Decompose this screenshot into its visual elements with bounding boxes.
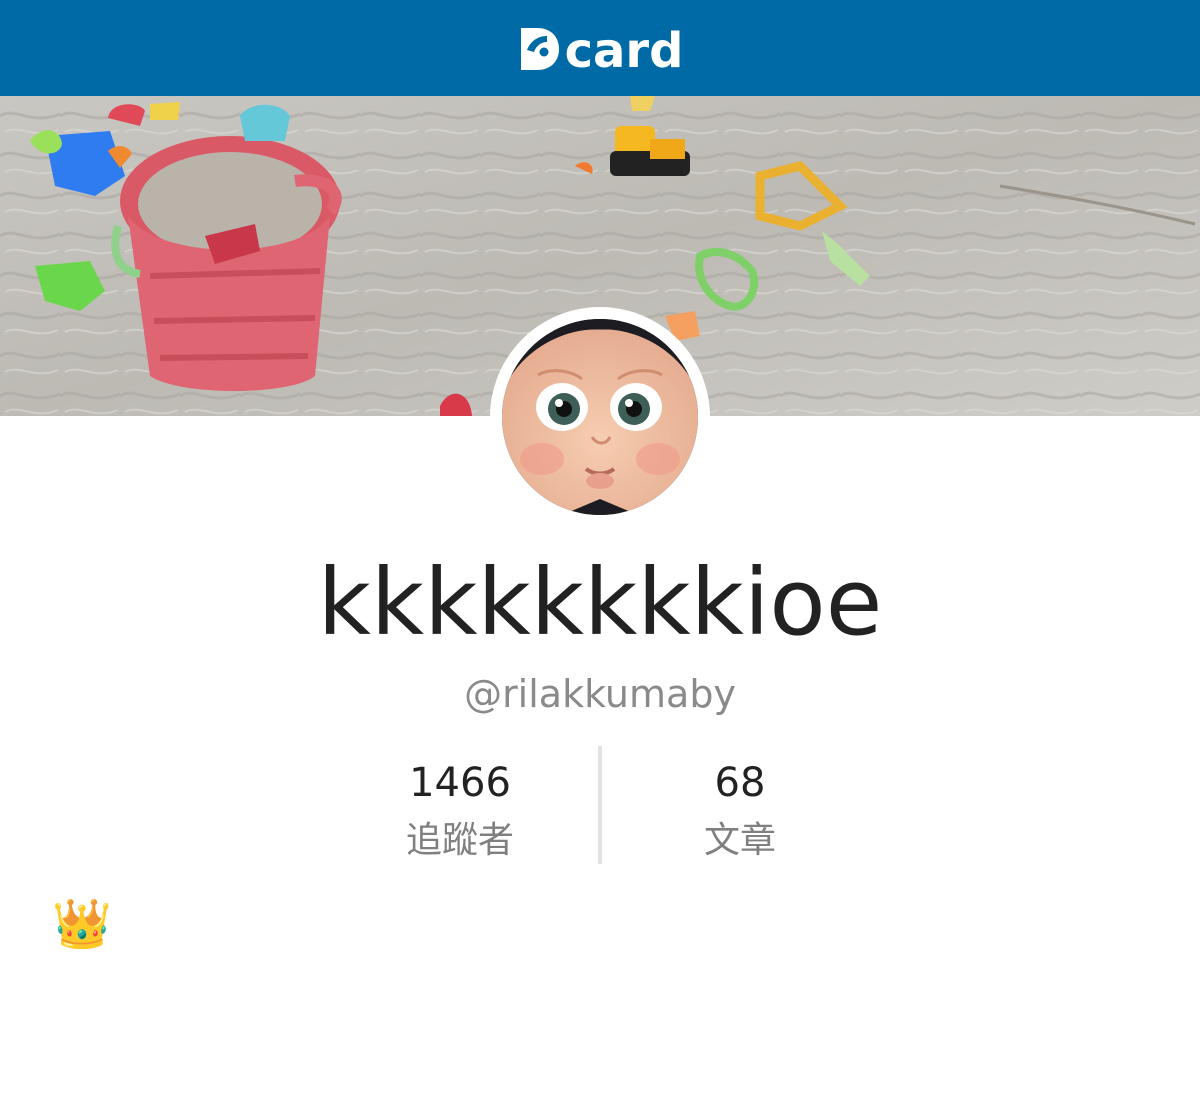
top-bar: card [0,0,1200,96]
followers-count: 1466 [409,760,511,806]
posts-label: 文章 [703,820,776,861]
followers-stat[interactable]: 1466 追蹤者 [320,746,600,864]
profile-stats: 1466 追蹤者 68 文章 [320,746,880,864]
profile-page: card kkkkkkkkioe @rilakkumaby 1466 追蹤者 6… [0,0,1200,1110]
avatar[interactable] [490,307,710,527]
followers-label: 追蹤者 [405,820,514,861]
dcard-logo[interactable]: card [517,21,684,79]
username-handle: @rilakkumaby [464,672,736,716]
stats-divider [598,746,602,864]
logo-text: card [564,23,684,79]
posts-stat[interactable]: 68 文章 [600,746,880,864]
dcard-logo-icon [520,28,559,70]
display-name: kkkkkkkkioe [317,549,883,656]
posts-count: 68 [714,760,766,806]
bio-text: 👑 [52,896,112,952]
avatar-image [502,319,698,515]
